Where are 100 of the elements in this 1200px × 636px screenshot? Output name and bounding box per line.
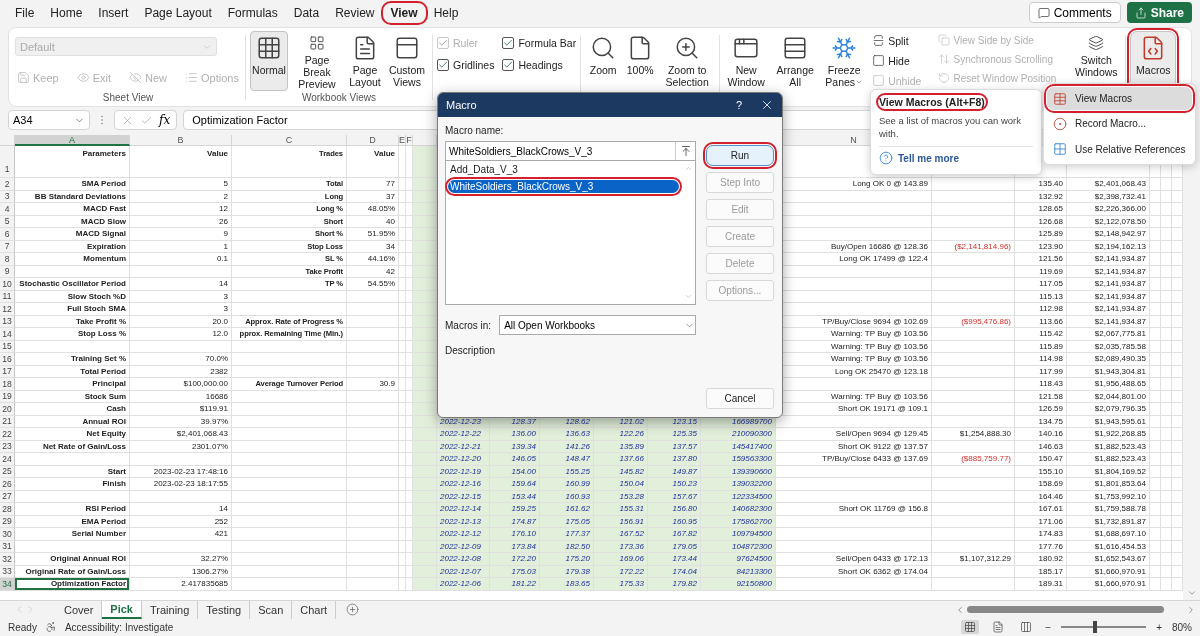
table-cell: Sell/Open 6433 @ 172.13 bbox=[776, 553, 932, 566]
menu-tab[interactable]: Help bbox=[426, 3, 466, 22]
zoom-in-button[interactable]: + bbox=[1156, 621, 1162, 633]
table-cell bbox=[1150, 528, 1161, 541]
macro-list[interactable]: Add_Data_V_3 WhiteSoldiers_BlackCrows_V_3 bbox=[445, 161, 696, 305]
row-number[interactable]: 28 bbox=[0, 503, 15, 516]
checkbox[interactable]: Gridlines bbox=[437, 59, 495, 71]
row-number[interactable]: 24 bbox=[0, 453, 15, 466]
row-number[interactable]: 32 bbox=[0, 553, 15, 566]
window-button[interactable]: New Window bbox=[724, 31, 769, 91]
table-cell bbox=[1161, 403, 1172, 416]
macro-name-field[interactable]: WhiteSoldiers_BlackCrows_V_3 bbox=[445, 141, 696, 161]
table-cell bbox=[1161, 178, 1172, 191]
checkbox[interactable]: Formula Bar bbox=[502, 37, 577, 49]
menu-tab[interactable]: View bbox=[383, 3, 425, 22]
table-cell bbox=[1172, 253, 1183, 266]
zoom-slider-thumb[interactable] bbox=[1093, 621, 1098, 633]
table-cell: 175.33 bbox=[594, 578, 648, 591]
sheet-tab[interactable]: Scan bbox=[250, 600, 293, 619]
macro-list-item[interactable]: Add_Data_V_3 bbox=[448, 163, 679, 176]
menu-tab[interactable]: Home bbox=[43, 3, 90, 22]
table-cell bbox=[1150, 453, 1161, 466]
table-cell bbox=[1172, 478, 1183, 491]
window-button[interactable]: Arrange All bbox=[772, 31, 819, 91]
table-cell bbox=[1172, 265, 1183, 278]
vertical-scrollbar[interactable] bbox=[1183, 135, 1200, 600]
view-button[interactable]: Page Layout bbox=[346, 31, 384, 91]
help-button[interactable]: ? bbox=[735, 99, 742, 111]
zoom-out-button[interactable]: − bbox=[1045, 621, 1052, 633]
function-button[interactable]: fx bbox=[159, 113, 171, 127]
zoom-button[interactable]: Zoom to Selection bbox=[659, 31, 716, 91]
table-cell bbox=[1161, 290, 1172, 303]
menu-tab[interactable]: Page Layout bbox=[137, 3, 219, 22]
menu-tab[interactable]: Formulas bbox=[220, 3, 285, 22]
close-icon[interactable] bbox=[760, 98, 774, 112]
name-box[interactable]: A34 bbox=[8, 110, 90, 130]
sheet-tab[interactable]: Training bbox=[142, 600, 199, 619]
window-icon bbox=[394, 35, 420, 61]
view-button[interactable]: Normal bbox=[250, 31, 288, 91]
row-number[interactable]: 34 bbox=[0, 578, 15, 591]
scroll-thumb[interactable] bbox=[967, 606, 1164, 613]
menu-item[interactable]: Record Macro... bbox=[1047, 112, 1192, 136]
column-header[interactable]: D bbox=[347, 135, 399, 146]
macro-list-item[interactable]: WhiteSoldiers_BlackCrows_V_3 bbox=[448, 180, 679, 193]
tell-me-more-link[interactable]: Tell me more bbox=[879, 146, 1033, 165]
table-cell: 174.83 bbox=[1015, 528, 1067, 541]
view-mode-button[interactable] bbox=[961, 620, 980, 634]
row-number[interactable]: 10 bbox=[0, 278, 15, 291]
view-button[interactable]: Custom Views bbox=[386, 31, 428, 91]
table-cell: 139032200 bbox=[701, 478, 776, 491]
row-number[interactable]: 2 bbox=[0, 178, 15, 191]
macros-in-select[interactable]: All Open Workbooks bbox=[499, 315, 696, 335]
column-header[interactable]: C bbox=[232, 135, 347, 146]
table-cell bbox=[1150, 440, 1161, 453]
checkbox[interactable]: Headings bbox=[502, 59, 577, 71]
menu-tab[interactable]: Insert bbox=[91, 3, 136, 22]
table-cell bbox=[1161, 453, 1172, 466]
column-header[interactable]: A bbox=[15, 135, 130, 146]
add-sheet-icon[interactable] bbox=[346, 603, 360, 616]
row-number[interactable]: 18 bbox=[0, 378, 15, 391]
zoom-button[interactable]: Zoom bbox=[585, 31, 622, 91]
comments-button[interactable]: Comments bbox=[1028, 2, 1121, 23]
dialog-button[interactable]: Run bbox=[706, 145, 774, 166]
up-arrow-icon bbox=[679, 145, 692, 157]
row-number[interactable]: 12 bbox=[0, 303, 15, 316]
menu-item[interactable]: Use Relative References bbox=[1047, 137, 1192, 161]
row-number[interactable]: 4 bbox=[0, 203, 15, 216]
window-option[interactable]: Split bbox=[870, 33, 924, 48]
sheet-tab[interactable]: Pick bbox=[102, 600, 142, 619]
zoom-button[interactable]: 100% bbox=[623, 31, 658, 91]
share-button[interactable]: Share bbox=[1126, 2, 1192, 23]
row-number[interactable]: 30 bbox=[0, 528, 15, 541]
window-button[interactable]: Freeze Panes bbox=[822, 31, 867, 91]
table-cell bbox=[1172, 228, 1183, 241]
accessibility-status[interactable]: Accessibility: Investigate bbox=[64, 621, 174, 633]
row-number[interactable]: 26 bbox=[0, 478, 15, 491]
row-number[interactable]: 16 bbox=[0, 353, 15, 366]
table-cell bbox=[1161, 553, 1172, 566]
menu-tab[interactable]: Review bbox=[328, 3, 382, 22]
menu-item[interactable]: View Macros bbox=[1047, 87, 1192, 111]
row-number[interactable]: 8 bbox=[0, 253, 15, 266]
row-number[interactable]: 20 bbox=[0, 403, 15, 416]
cancel-button[interactable]: Cancel bbox=[706, 388, 774, 409]
row-number[interactable]: 22 bbox=[0, 428, 15, 441]
table-cell bbox=[1150, 365, 1161, 378]
table-cell bbox=[347, 303, 399, 316]
table-cell: Finish bbox=[15, 478, 130, 491]
table-cell bbox=[1161, 190, 1172, 203]
menu-tab[interactable]: Data bbox=[286, 3, 327, 22]
sheet-tab[interactable]: Testing bbox=[198, 600, 251, 619]
sheet-tab[interactable]: Chart bbox=[292, 600, 337, 619]
row-number[interactable]: 14 bbox=[0, 328, 15, 341]
table-cell: 167.82 bbox=[648, 528, 701, 541]
window-option[interactable]: Hide bbox=[870, 53, 924, 68]
row-number[interactable]: 1 bbox=[0, 146, 15, 178]
menu-tab[interactable]: File bbox=[8, 3, 42, 22]
table-cell bbox=[1172, 215, 1183, 228]
row-number[interactable]: 6 bbox=[0, 228, 15, 241]
view-button[interactable]: Page Break Preview bbox=[290, 31, 344, 91]
column-header[interactable]: B bbox=[130, 135, 232, 146]
